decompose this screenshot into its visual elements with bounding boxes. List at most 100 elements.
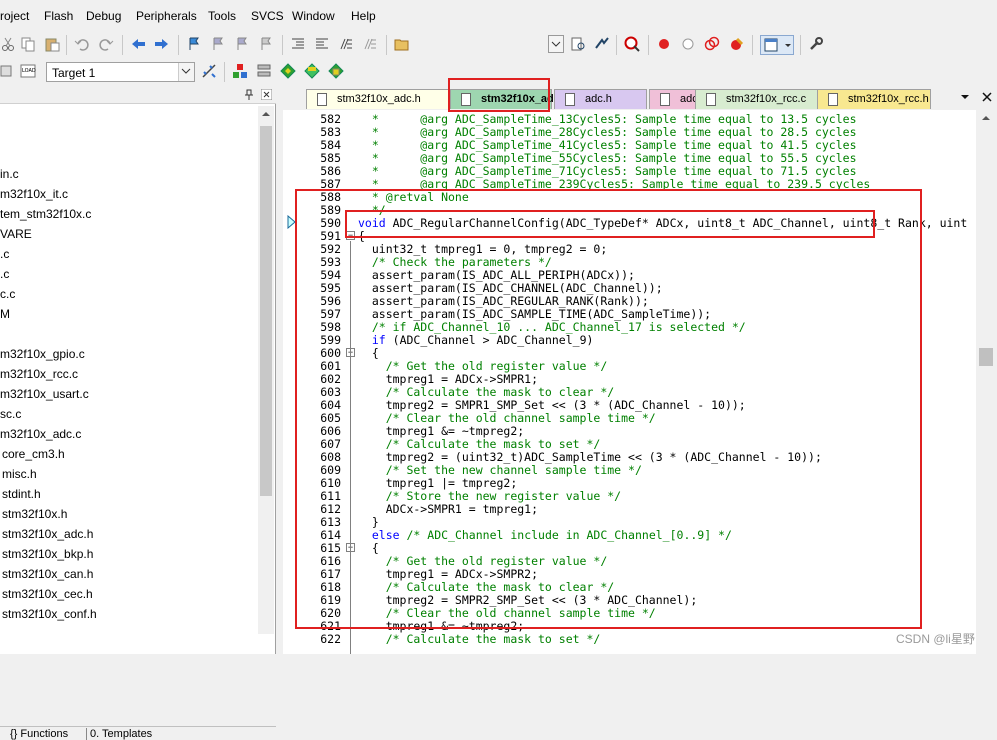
copy-icon[interactable] [20, 36, 36, 52]
code-line: assert_param(IS_ADC_CHANNEL(ADC_Channel)… [358, 281, 663, 295]
project-tree-item[interactable]: stdint.h [2, 487, 41, 505]
code-editor[interactable]: 582 583 584 585 586 587 588 589 590 591 592 593 594 5… [283, 110, 976, 654]
project-tree-item[interactable]: stm32f10x_adc.h [2, 527, 93, 545]
nav-forward-icon[interactable] [154, 36, 170, 52]
paste-icon[interactable] [44, 36, 60, 52]
project-tree-item[interactable]: sc.c [0, 407, 21, 425]
redo-icon[interactable] [98, 36, 114, 52]
unindent-icon[interactable] [314, 36, 330, 52]
download-icon[interactable]: LOAD [20, 63, 36, 79]
file-tab-label: stm32f10x_rcc.c [726, 93, 807, 105]
manage-project-items-icon[interactable] [232, 63, 248, 79]
file-icon [461, 93, 471, 106]
bookmark-clear-icon[interactable] [258, 36, 274, 52]
breakpoint-disable-icon[interactable] [680, 36, 696, 52]
configure-icon[interactable] [808, 36, 824, 52]
target-options-icon[interactable] [201, 63, 217, 79]
menu-project[interactable]: roject [0, 9, 29, 23]
menu-svcs[interactable]: SVCS [251, 9, 284, 23]
bookmark-prev-icon[interactable] [210, 36, 226, 52]
select-software-packs-icon[interactable] [328, 63, 344, 79]
close-icon[interactable] [981, 91, 993, 103]
bookmark-next-icon[interactable] [234, 36, 250, 52]
project-tree-item[interactable]: stm32f10x_conf.h [2, 607, 97, 625]
menu-flash[interactable]: Flash [44, 9, 73, 23]
menu-tools[interactable]: Tools [208, 9, 236, 23]
file-icon [706, 93, 716, 106]
file-icon [660, 93, 670, 106]
project-tree-item[interactable]: in.c [0, 167, 19, 185]
scrollbar-thumb[interactable] [260, 126, 272, 496]
breakpoint-disable-all-icon[interactable] [704, 36, 720, 52]
editor-vertical-scrollbar[interactable] [976, 110, 997, 654]
project-tree-item[interactable]: stm32f10x_can.h [2, 567, 93, 585]
line-number: 590 [320, 216, 341, 230]
breakpoint-icon[interactable] [656, 36, 672, 52]
menu-help[interactable]: Help [351, 9, 376, 23]
file-tab[interactable]: stm32f10x_rcc.c [695, 89, 819, 109]
file-tab[interactable]: stm32f10x_rcc.h [817, 89, 931, 109]
project-tree-item[interactable]: m32f10x_adc.c [0, 427, 81, 445]
bookmark-icon[interactable] [186, 36, 202, 52]
project-tree-item[interactable]: stm32f10x_cec.h [2, 587, 93, 605]
fold-marker[interactable]: − [346, 231, 355, 240]
pack-installer-icon[interactable] [304, 63, 320, 79]
menu-debug[interactable]: Debug [86, 9, 121, 23]
manage-rte-icon[interactable] [280, 63, 296, 79]
project-tree-scrollbar[interactable] [258, 106, 274, 634]
scroll-up-icon[interactable] [258, 106, 274, 122]
line-number: 595 [320, 281, 341, 295]
scrollbar-thumb[interactable] [979, 348, 993, 366]
project-tree-item[interactable]: core_cm3.h [2, 447, 65, 465]
incremental-find-icon[interactable] [594, 36, 610, 52]
scroll-up-icon[interactable] [976, 110, 997, 126]
project-tree-item[interactable]: tem_stm32f10x.c [0, 207, 91, 225]
project-tree-item[interactable]: VARE [0, 227, 32, 245]
debug-start-icon[interactable] [624, 36, 640, 52]
indent-icon[interactable] [290, 36, 306, 52]
nav-back-icon[interactable] [130, 36, 146, 52]
open-file-icon[interactable] [394, 36, 410, 52]
tab-templates[interactable]: 0. Templates [86, 728, 152, 740]
tab-functions[interactable]: {} Functions [10, 728, 68, 740]
project-tree-item[interactable]: M [0, 307, 10, 325]
project-tree-item[interactable]: c.c [0, 287, 15, 305]
project-tree-item[interactable]: stm32f10x.h [2, 507, 67, 525]
file-tab[interactable]: stm32f10x_adc.h [306, 89, 453, 109]
uncomment-icon[interactable] [362, 36, 378, 52]
fold-guide [350, 241, 351, 654]
project-tree-item[interactable]: stm32f10x_bkp.h [2, 547, 93, 565]
window-layout-button[interactable] [760, 35, 794, 55]
file-extensions-icon[interactable] [256, 63, 272, 79]
code-line: ADCx->SMPR1 = tmpreg1; [358, 502, 539, 516]
find-in-files-icon[interactable] [570, 36, 586, 52]
cut-icon[interactable] [0, 36, 16, 52]
project-tree-item[interactable]: .c [0, 247, 9, 265]
file-tab[interactable]: adc.h [554, 89, 647, 109]
toolbar-separator [282, 35, 283, 55]
close-icon[interactable] [261, 89, 272, 100]
menu-peripherals[interactable]: Peripherals [136, 9, 197, 23]
project-tree-item[interactable]: m32f10x_it.c [0, 187, 68, 205]
code-line: /* Calculate the mask to set */ [358, 437, 601, 451]
pin-icon[interactable] [244, 89, 254, 101]
find-combo[interactable] [548, 35, 564, 53]
project-tree-item[interactable]: m32f10x_usart.c [0, 387, 89, 405]
menu-window[interactable]: Window [292, 9, 335, 23]
target-select-button[interactable] [178, 63, 194, 81]
project-tree-item[interactable]: .c [0, 267, 9, 285]
undo-icon[interactable] [74, 36, 90, 52]
target-select[interactable]: Target 1 [46, 62, 195, 82]
line-number: 615 [320, 541, 341, 555]
project-tree-item[interactable]: misc.h [2, 467, 37, 485]
build-target-icon[interactable] [0, 63, 16, 79]
project-tree-item[interactable]: m32f10x_rcc.c [0, 367, 78, 385]
tab-list-chevron-icon[interactable] [959, 91, 971, 103]
comment-icon[interactable] [338, 36, 354, 52]
chevron-down-icon [785, 44, 791, 47]
line-number: 614 [320, 528, 341, 542]
project-tree-item[interactable]: m32f10x_gpio.c [0, 347, 85, 365]
breakpoint-kill-all-icon[interactable] [728, 36, 744, 52]
file-tab[interactable]: stm32f10x_adc.c [450, 89, 569, 109]
window-layout-icon [764, 38, 778, 52]
